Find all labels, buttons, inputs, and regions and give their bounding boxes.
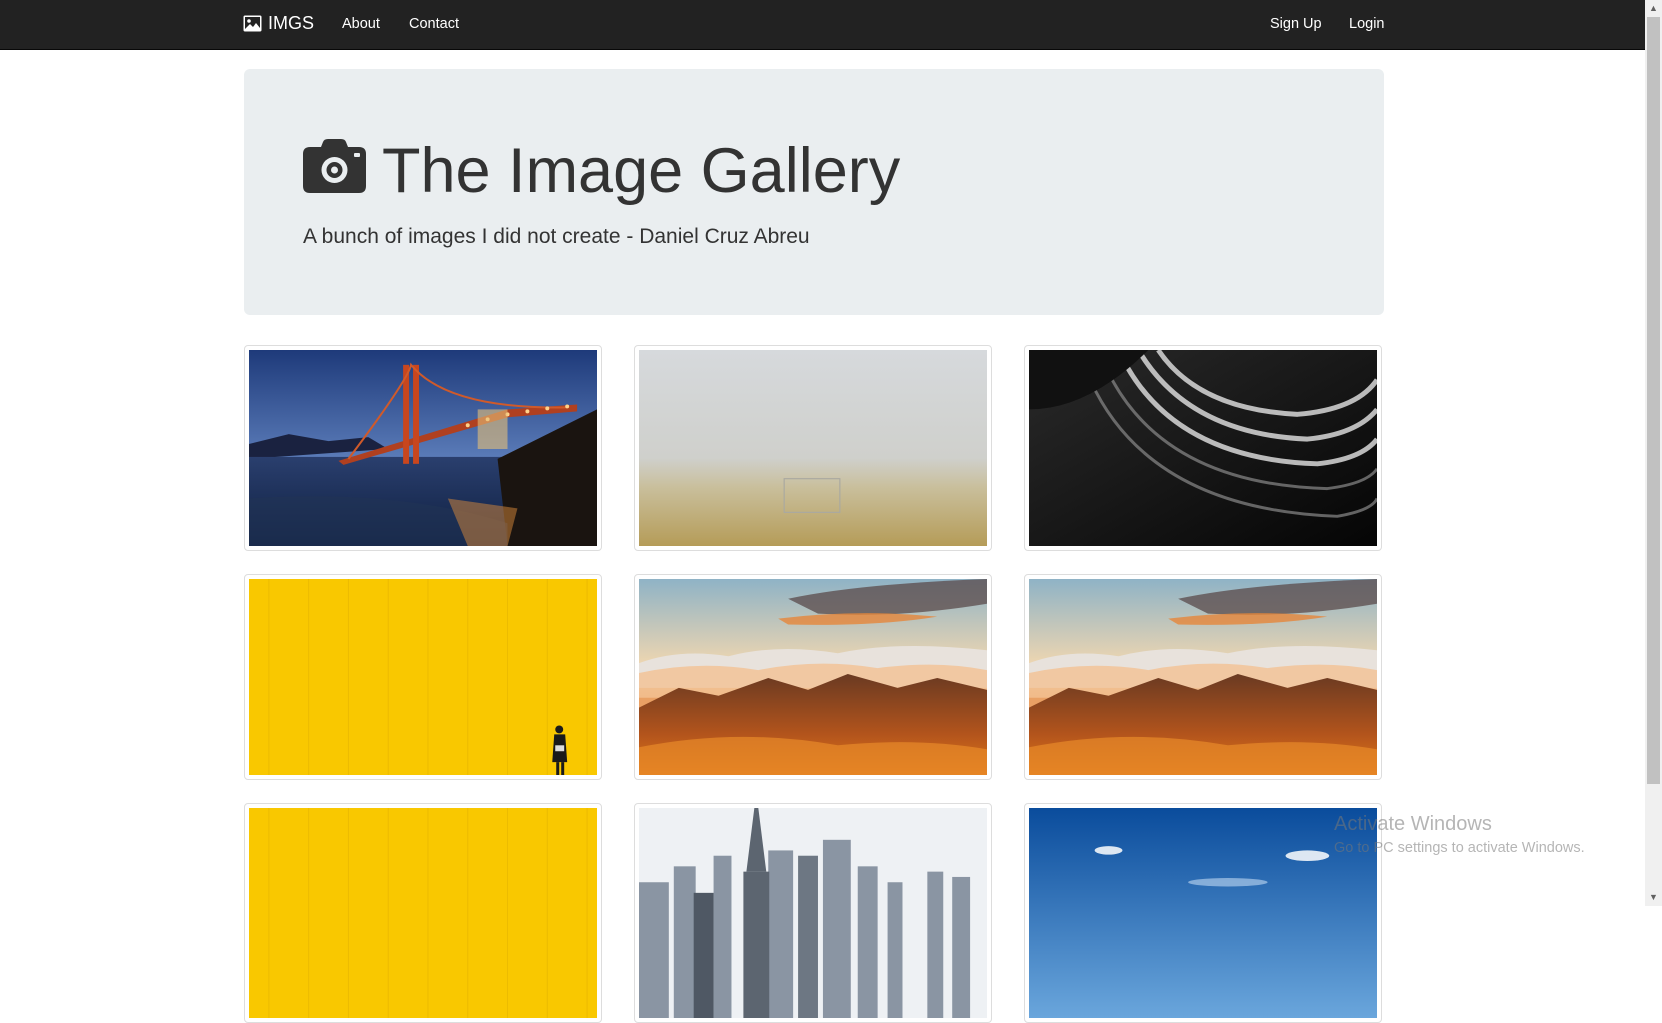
nav-login-link[interactable]: Login [1349,16,1384,32]
gallery-thumbnail[interactable] [1024,574,1382,780]
scroll-up-arrow-icon[interactable]: ▲ [1645,0,1662,17]
scroll-down-arrow-icon[interactable]: ▼ [1645,889,1662,906]
abstract-architecture-image [1029,350,1377,546]
brand-link[interactable]: IMGS [243,13,314,34]
top-navbar: IMGS About Contact Sign Up Login [0,0,1645,50]
hero-jumbotron: The Image Gallery A bunch of images I di… [244,69,1384,315]
foggy-soccer-field-image [639,350,987,546]
brand-label: IMGS [268,13,315,33]
camera-icon [303,139,366,204]
mountains-sunset-image [639,579,987,775]
watermark-title: Activate Windows [1334,813,1492,835]
page-subtitle: A bunch of images I did not create - Dan… [303,225,810,248]
page-title: The Image Gallery [303,139,900,204]
yellow-wall-image [249,808,597,1018]
city-skyline-image [639,808,987,1018]
gallery-thumbnail[interactable] [1024,803,1382,1023]
golden-gate-bridge-image [249,350,597,546]
gallery-thumbnail[interactable] [244,345,602,551]
nav-contact-link[interactable]: Contact [409,16,459,32]
gallery-thumbnail[interactable] [244,574,602,780]
page-title-text: The Image Gallery [382,136,901,206]
vertical-scrollbar[interactable]: ▲ ▼ [1645,0,1662,906]
nav-signup-link[interactable]: Sign Up [1270,16,1322,32]
blue-sky-image [1029,808,1377,1018]
gallery-thumbnail[interactable] [634,803,992,1023]
gallery-thumbnail[interactable] [634,345,992,551]
nav-about-link[interactable]: About [342,16,380,32]
mountains-sunset-image [1029,579,1377,775]
gallery-thumbnail[interactable] [244,803,602,1023]
picture-icon [243,15,262,32]
watermark-subtitle: Go to PC settings to activate Windows. [1334,840,1585,856]
gallery-thumbnail[interactable] [1024,345,1382,551]
gallery-thumbnail[interactable] [634,574,992,780]
yellow-wall-person-image [249,579,597,775]
scroll-thumb[interactable] [1647,17,1660,784]
activate-windows-watermark: Activate Windows Go to PC settings to ac… [1334,813,1585,856]
